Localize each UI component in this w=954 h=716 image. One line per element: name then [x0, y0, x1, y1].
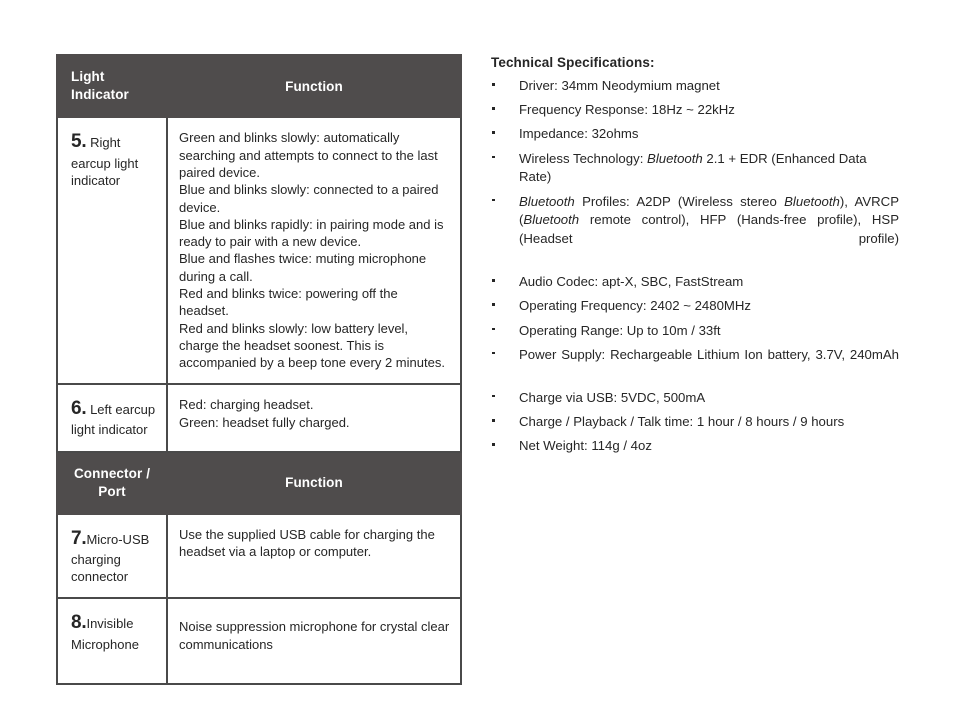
- specs-list: Driver: 34mm Neodymium magnet Frequency …: [491, 77, 899, 456]
- function-line: Blue and flashes twice: muting microphon…: [179, 251, 427, 284]
- spec-text: Charge / Playback / Talk time: 1 hour / …: [519, 414, 845, 430]
- list-item: Net Weight: 114g / 4oz: [491, 437, 899, 456]
- bullet-icon: [492, 131, 495, 134]
- row-number-6: 6.: [71, 398, 87, 420]
- spec-text: Impedance: 32ohms: [519, 126, 639, 142]
- row-item-cell-5: 5. Right earcup light indicator: [56, 116, 168, 386]
- table-row: 5. Right earcup light indicator Green an…: [56, 116, 462, 386]
- header-cell-connector-port: Connector / Port: [56, 450, 168, 516]
- spec-text: Driver: 34mm Neodymium magnet: [519, 78, 720, 93]
- technical-specifications-panel: Technical Specifications: Driver: 34mm N…: [491, 55, 899, 461]
- header-light-indicator-label: Light Indicator: [58, 56, 166, 116]
- list-item: Charge / Playback / Talk time: 1 hour / …: [491, 413, 899, 432]
- header-connector-line1: Connector /: [73, 465, 151, 481]
- function-line: Noise suppression microphone for crystal…: [179, 619, 450, 652]
- table-header-light-indicator: Light Indicator Function: [56, 53, 462, 119]
- row-item-8: 8.Invisible Microphone: [58, 599, 166, 682]
- row-function-5: Green and blinks slowly: automatically s…: [168, 118, 460, 383]
- spec-text: Audio Codec: apt-X, SBC, FastStream: [519, 274, 744, 290]
- bullet-icon: [492, 351, 495, 355]
- list-item: Wireless Technology: Bluetooth 2.1 + EDR…: [491, 150, 899, 187]
- header-cell-light-indicator: Light Indicator: [56, 53, 168, 119]
- list-item: Driver: 34mm Neodymium magnet: [491, 77, 899, 96]
- function-line: Red and blinks slowly: low battery level…: [179, 320, 445, 371]
- list-item: Charge via USB: 5VDC, 500mA: [491, 389, 899, 408]
- spec-text: Net Weight: 114g / 4oz: [519, 438, 652, 454]
- row-function-7: Use the supplied USB cable for charging …: [168, 515, 460, 573]
- bullet-icon: [492, 419, 495, 422]
- spec-text: Power Supply: Rechargeable Lithium Ion b…: [519, 346, 899, 362]
- spec-text: Wireless Technology: Bluetooth 2.1 + EDR…: [519, 150, 867, 185]
- function-line: Blue and blinks rapidly: in pairing mode…: [179, 216, 444, 250]
- row-item-cell-6: 6. Left earcup light indicator: [56, 383, 168, 453]
- header-connector-port-label: Connector / Port: [58, 453, 166, 513]
- row-item-cell-8: 8.Invisible Microphone: [56, 597, 168, 685]
- bullet-icon: [492, 198, 495, 202]
- row-item-6: 6. Left earcup light indicator: [58, 385, 166, 450]
- row-function-8: Noise suppression microphone for crystal…: [168, 599, 460, 683]
- list-item: Frequency Response: 18Hz ~ 22kHz: [491, 101, 899, 120]
- spec-text: Charge via USB: 5VDC, 500mA: [519, 389, 706, 405]
- row-function-cell-8: Noise suppression microphone for crystal…: [166, 597, 462, 685]
- list-item: Bluetooth Profiles: A2DP (Wireless stere…: [491, 193, 899, 268]
- bullet-icon: [492, 155, 495, 159]
- list-item: Impedance: 32ohms: [491, 125, 899, 144]
- list-item: Operating Range: Up to 10m / 33ft: [491, 322, 899, 341]
- table-header-connector-port: Connector / Port Function: [56, 450, 462, 516]
- function-line: Blue and blinks slowly: connected to a p…: [179, 182, 439, 215]
- row-number-7: 7.: [71, 528, 87, 550]
- row-number-8: 8.: [71, 612, 87, 634]
- table-row: 8.Invisible Microphone Noise suppression…: [56, 597, 462, 685]
- row-item-7: 7.Micro-USB charging connector: [58, 515, 166, 597]
- function-line: Use the supplied USB cable for charging …: [179, 527, 435, 560]
- row-function-cell-6: Red: charging headset. Green: headset fu…: [166, 383, 462, 453]
- bullet-icon: [492, 279, 495, 282]
- list-item: Audio Codec: apt-X, SBC, FastStream: [491, 273, 899, 292]
- bullet-icon: [492, 443, 495, 446]
- function-line: Green and blinks slowly: automatically s…: [179, 130, 438, 180]
- header-cell-function-2: Function: [166, 450, 462, 516]
- spec-text: Frequency Response: 18Hz ~ 22kHz: [519, 102, 735, 118]
- row-item-cell-7: 7.Micro-USB charging connector: [56, 513, 168, 600]
- header-function-label-1: Function: [285, 78, 343, 94]
- table-row: 7.Micro-USB charging connector Use the s…: [56, 513, 462, 600]
- header-connector-line2: Port: [98, 483, 126, 499]
- function-line: Red and blinks twice: powering off the h…: [179, 285, 398, 319]
- spec-table: Light Indicator Function 5. Right earcup…: [56, 53, 462, 685]
- row-function-cell-5: Green and blinks slowly: automatically s…: [166, 116, 462, 386]
- list-item: Power Supply: Rechargeable Lithium Ion b…: [491, 346, 899, 383]
- header-function-label-2: Function: [285, 475, 343, 491]
- header-light-line2: Indicator: [71, 87, 129, 103]
- bullet-icon: [492, 394, 495, 398]
- light-indicator-table: Light Indicator Function 5. Right earcup…: [56, 53, 462, 685]
- list-item: Operating Frequency: 2402 ~ 2480MHz: [491, 297, 899, 316]
- header-light-line1: Light: [71, 69, 105, 84]
- table-row: 6. Left earcup light indicator Red: char…: [56, 383, 462, 453]
- function-line: Green: headset fully charged.: [179, 414, 350, 430]
- row-number-5: 5.: [71, 131, 87, 153]
- bullet-icon: [492, 303, 495, 306]
- spec-text: Operating Frequency: 2402 ~ 2480MHz: [519, 298, 752, 314]
- bullet-icon: [492, 327, 495, 331]
- row-item-5: 5. Right earcup light indicator: [58, 118, 166, 200]
- row-function-6: Red: charging headset. Green: headset fu…: [168, 385, 460, 443]
- spec-text: Bluetooth Profiles: A2DP (Wireless stere…: [519, 193, 899, 247]
- row-function-cell-7: Use the supplied USB cable for charging …: [166, 513, 462, 600]
- specs-title: Technical Specifications:: [491, 55, 655, 70]
- spec-text: Operating Range: Up to 10m / 33ft: [519, 322, 721, 338]
- function-line: Red: charging headset.: [179, 397, 314, 413]
- bullet-icon: [492, 83, 495, 86]
- header-cell-function-1: Function: [166, 53, 462, 119]
- bullet-icon: [492, 107, 495, 110]
